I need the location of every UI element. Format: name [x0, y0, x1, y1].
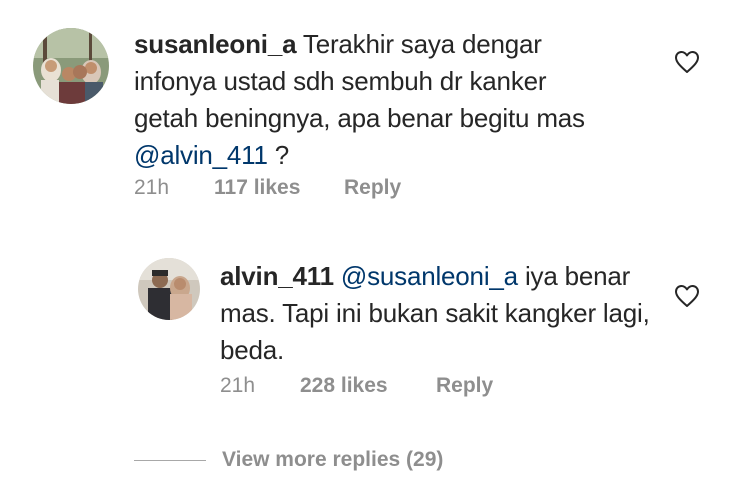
divider-line — [134, 459, 206, 461]
family-photo-avatar-icon — [33, 28, 109, 104]
comment-body-end: ? — [267, 140, 290, 170]
reply-meta: 21h 228 likes Reply — [220, 374, 540, 402]
reply-username[interactable]: alvin_411 — [220, 261, 334, 291]
heart-outline-icon[interactable] — [674, 284, 700, 308]
avatar[interactable] — [138, 258, 200, 320]
reply-reply-button[interactable]: Reply — [436, 374, 493, 398]
view-more-replies-button[interactable]: View more replies (29) — [134, 446, 443, 474]
reply-mention[interactable]: @susanleoni_a — [341, 261, 518, 291]
comment-username[interactable]: susanleoni_a — [134, 29, 297, 59]
comment-thread: susanleoni_a Terakhir saya dengar infony… — [0, 0, 745, 489]
reply-timestamp: 21h — [220, 374, 256, 397]
comment-reply-button[interactable]: Reply — [344, 176, 401, 200]
couple-photo-avatar-icon — [138, 258, 200, 320]
heart-outline-icon[interactable] — [674, 50, 700, 74]
comment-meta: 21h 117 likes Reply — [134, 176, 454, 204]
reply-likes-count[interactable]: 228 likes — [300, 374, 388, 398]
avatar[interactable] — [33, 28, 109, 104]
reply-text: alvin_411 @susanleoni_a iya benar mas. T… — [220, 258, 650, 369]
view-more-replies-label: View more replies (29) — [222, 448, 444, 471]
comment-mention[interactable]: @alvin_411 — [134, 140, 268, 170]
comment-text: susanleoni_a Terakhir saya dengar infony… — [134, 26, 604, 174]
comment-timestamp: 21h — [134, 176, 170, 199]
comment-likes-count[interactable]: 117 likes — [214, 176, 300, 200]
